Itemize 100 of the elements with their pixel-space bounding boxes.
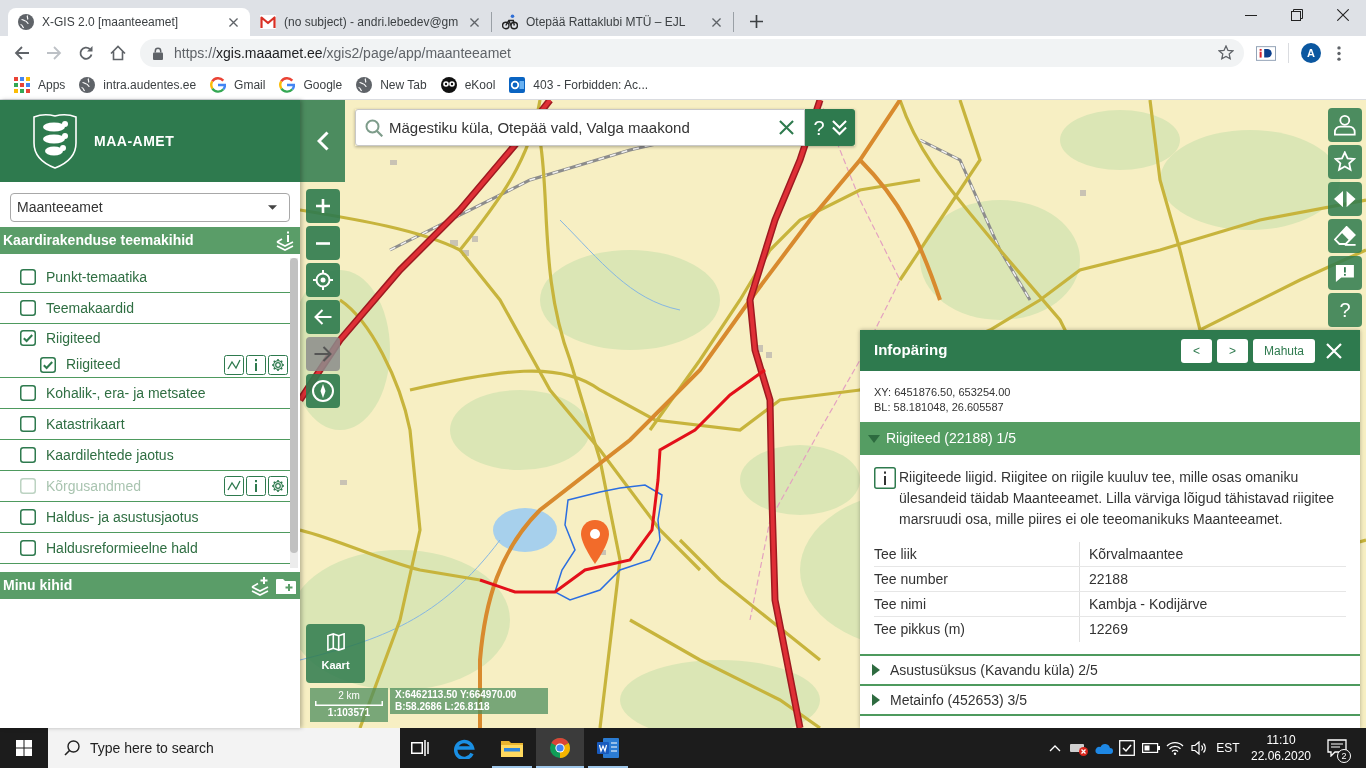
notification-icon[interactable]	[1327, 739, 1347, 757]
box-check-icon[interactable]	[1119, 740, 1135, 756]
section-header[interactable]: Asustusüksus (Kavandu küla) 2/5	[860, 654, 1360, 684]
profile-dropdown[interactable]: Maanteeamet	[10, 193, 290, 222]
owl-icon	[440, 76, 457, 93]
info-icon[interactable]	[246, 354, 266, 375]
wifi-icon[interactable]	[1166, 741, 1184, 755]
star-icon[interactable]	[1218, 45, 1234, 61]
bookmark[interactable]: eKool	[434, 71, 502, 98]
bookmark[interactable]: Apps	[8, 71, 72, 98]
checkbox[interactable]	[20, 509, 36, 525]
bookmark[interactable]: Google	[273, 71, 349, 98]
checkbox[interactable]	[40, 356, 56, 373]
checkbox[interactable]	[20, 330, 36, 346]
bookmark[interactable]: Gmail	[204, 71, 272, 98]
logo-text: MAA-AMET	[94, 131, 175, 151]
scale-bar-icon	[315, 701, 383, 706]
battery-icon[interactable]	[1142, 743, 1160, 753]
previous-button[interactable]: <	[1181, 338, 1212, 363]
basemap-button[interactable]: Kaart	[306, 624, 365, 683]
chevron-left-icon	[316, 131, 329, 151]
browser-tab[interactable]: X-GIS 2.0 [maanteeamet]	[8, 8, 250, 36]
map-icon	[326, 633, 345, 652]
chevron-up-icon[interactable]	[1049, 744, 1061, 752]
clock-date[interactable]: 22.06.2020	[1250, 748, 1312, 764]
close-icon[interactable]	[779, 120, 794, 135]
double-chevron-down-icon[interactable]	[831, 119, 847, 136]
bookmark[interactable]: intra.audentes.ee	[73, 71, 203, 98]
checkbox[interactable]	[20, 540, 36, 556]
profile-avatar[interactable]: A	[1301, 43, 1321, 63]
next-button[interactable]: >	[1217, 338, 1248, 363]
search-field[interactable]: Type here to search	[48, 728, 400, 768]
address-bar[interactable]: https://xgis.maaamet.ee/xgis2/page/app/maanteeamet	[140, 39, 1244, 67]
search-icon	[365, 119, 383, 137]
eraser-button[interactable]	[1328, 219, 1362, 253]
folder-plus-icon[interactable]	[276, 577, 296, 594]
zoom-out-button[interactable]	[306, 226, 340, 260]
layer-label: Punkt-temaatika	[46, 267, 148, 287]
language-indicator[interactable]: EST	[1211, 739, 1245, 757]
eraser-icon	[1334, 226, 1356, 246]
compass-button[interactable]	[306, 374, 340, 408]
coordinates-text: XY: 6451876.50, 653254.00	[874, 385, 1011, 400]
layer-label: Kohalik-, era- ja metsatee	[46, 383, 206, 403]
close-icon[interactable]	[470, 17, 479, 27]
bookmark[interactable]: New Tab	[350, 71, 433, 98]
browser-tab[interactable]: Otepää Rattaklubi MTÜ – EJL	[492, 8, 733, 36]
back-icon[interactable]	[14, 45, 30, 61]
bookmark[interactable]: 403 - Forbidden: Ac...	[503, 71, 655, 98]
layer-label: Kõrgusandmed	[46, 476, 141, 496]
task-view-icon[interactable]	[411, 740, 429, 756]
close-icon[interactable]	[1337, 9, 1349, 21]
checkbox[interactable]	[20, 300, 36, 316]
id-card-icon[interactable]	[1256, 45, 1276, 61]
close-icon[interactable]	[712, 17, 721, 27]
reload-icon[interactable]	[78, 45, 94, 61]
user-button[interactable]	[1328, 108, 1362, 142]
close-icon[interactable]	[229, 17, 238, 27]
feedback-button[interactable]	[1328, 256, 1362, 290]
minus-icon	[316, 241, 330, 245]
w-logo-icon	[597, 738, 619, 758]
fit-button[interactable]: Mahuta	[1253, 338, 1315, 363]
speaker-icon[interactable]	[1191, 741, 1207, 755]
left-right-arrows-icon	[1334, 190, 1356, 208]
layer-label: Kaardilehtede jaotus	[46, 445, 174, 465]
minimize-icon[interactable]	[1245, 14, 1257, 16]
restore-icon[interactable]	[1291, 9, 1303, 21]
taskbar-button[interactable]	[536, 728, 584, 768]
url-text[interactable]: https://xgis.maaamet.ee/xgis2/page/app/maanteeamet	[174, 42, 511, 64]
gear-icon[interactable]	[268, 354, 288, 375]
help-button[interactable]: ?	[813, 116, 825, 139]
checkbox[interactable]	[20, 269, 36, 285]
layers-info-icon[interactable]	[275, 230, 295, 251]
clock-time[interactable]: 11:10	[1266, 732, 1296, 748]
windows-logo-icon[interactable]	[16, 740, 32, 756]
scale-distance: 2 km	[338, 690, 360, 701]
menu-icon[interactable]	[1337, 45, 1341, 61]
collapse-button[interactable]	[300, 100, 345, 182]
search-field[interactable]: Mägestiku küla, Otepää vald, Valga maakond	[355, 109, 805, 146]
line-chart-icon[interactable]	[224, 354, 244, 375]
checkbox[interactable]	[20, 447, 36, 463]
table-cell: Tee number	[874, 567, 1080, 591]
layer-label: Katastrikaart	[46, 414, 125, 434]
layers-plus-icon[interactable]	[250, 575, 270, 596]
circle-logo-icon	[549, 737, 571, 759]
section-header[interactable]: Metainfo (452653) 3/5	[860, 684, 1360, 716]
zoom-in-button[interactable]	[306, 189, 340, 223]
table-cell: Tee pikkus (m)	[874, 617, 1080, 642]
plus-icon[interactable]	[750, 15, 763, 28]
compare-button[interactable]	[1328, 182, 1362, 216]
browser-tab[interactable]: (no subject) - andri.lebedev@gm	[250, 8, 491, 36]
help-button[interactable]: ?	[1328, 293, 1362, 327]
cloud-icon[interactable]	[1093, 742, 1113, 754]
checkbox[interactable]	[20, 385, 36, 401]
checkbox[interactable]	[20, 416, 36, 432]
locate-button[interactable]	[306, 263, 340, 297]
notification-count: 2	[1337, 749, 1351, 763]
back-button[interactable]	[306, 300, 340, 334]
home-icon[interactable]	[110, 45, 126, 61]
section-title: Kaardirakenduse teemakihid	[3, 231, 194, 250]
favorites-button[interactable]	[1328, 145, 1362, 179]
